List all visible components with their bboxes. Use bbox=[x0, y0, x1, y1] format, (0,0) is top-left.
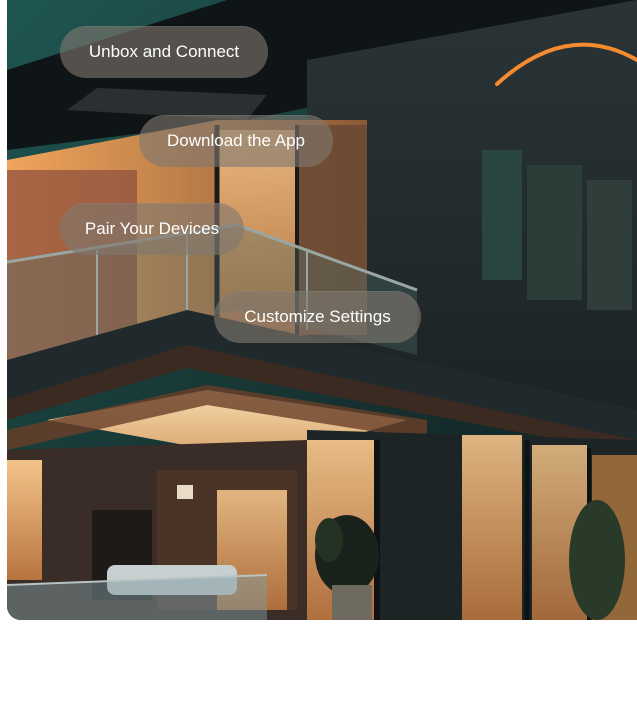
hero-image-panel: Unbox and Connect Download the App Pair … bbox=[7, 0, 637, 620]
step-pill-download-app[interactable]: Download the App bbox=[139, 115, 333, 167]
step-pill-unbox-connect[interactable]: Unbox and Connect bbox=[60, 26, 268, 78]
step-pill-customize-settings[interactable]: Customize Settings bbox=[214, 291, 421, 343]
step-pill-pair-devices[interactable]: Pair Your Devices bbox=[60, 203, 244, 255]
